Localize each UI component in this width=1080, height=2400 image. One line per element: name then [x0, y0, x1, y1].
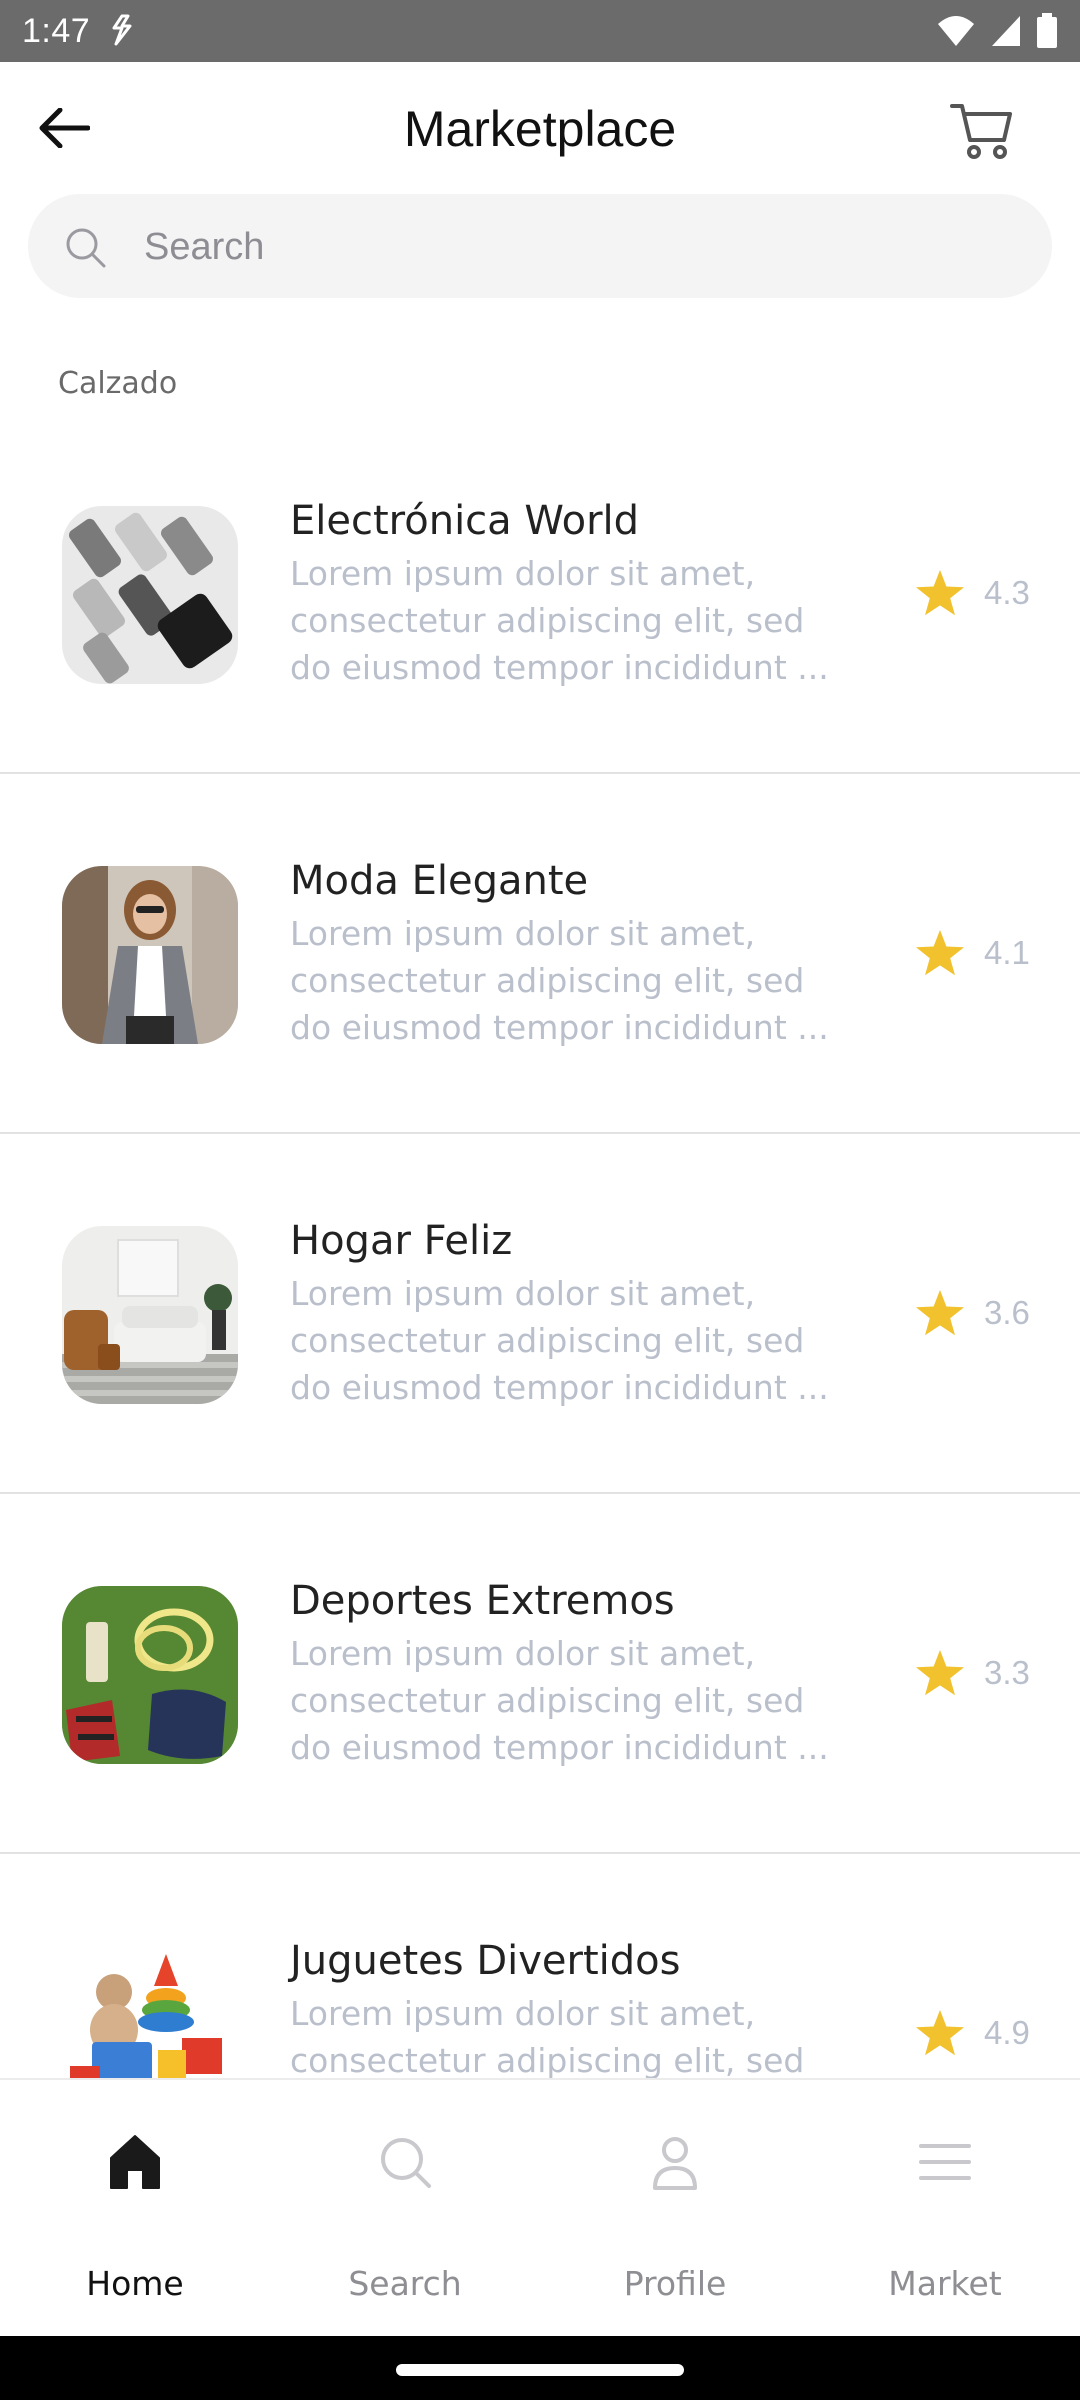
search-input[interactable]	[142, 208, 1006, 286]
rating-value: 3.6	[984, 1294, 1030, 1331]
nav-profile[interactable]: Profile	[540, 2080, 810, 2336]
store-name: Hogar Feliz	[290, 1218, 513, 1264]
store-name: Deportes Extremos	[290, 1578, 675, 1624]
battery-icon	[1037, 13, 1057, 48]
store-description: Lorem ipsum dolor sit amet, consectetur …	[290, 1274, 829, 1407]
store-list-item[interactable]: Juguetes Divertidos Lorem ipsum dolor si…	[0, 1854, 1080, 2078]
store-list-item[interactable]: Electrónica World Lorem ipsum dolor sit …	[0, 414, 1080, 774]
search-icon	[66, 228, 106, 268]
profile-icon	[653, 2137, 697, 2190]
home-gesture-handle[interactable]	[396, 2364, 684, 2376]
search-bar[interactable]	[28, 194, 1052, 298]
category-label: Calzado	[58, 366, 178, 401]
store-list-item[interactable]: Hogar Feliz Lorem ipsum dolor sit amet, …	[0, 1134, 1080, 1494]
cart-icon	[950, 104, 1012, 159]
cart-button[interactable]	[944, 92, 1020, 168]
store-rating: 4.3	[914, 568, 1030, 618]
rating-value: 4.3	[984, 574, 1030, 611]
cellular-signal-icon	[992, 16, 1020, 46]
electronics-image	[62, 506, 238, 684]
store-description: Lorem ipsum dolor sit amet, consectetur …	[290, 1994, 805, 2078]
star-icon	[916, 1650, 964, 1696]
app-header: Marketplace	[0, 62, 1080, 196]
store-description: Lorem ipsum dolor sit amet, consectetur …	[290, 554, 829, 687]
store-name: Juguetes Divertidos	[290, 1938, 681, 1984]
home-icon	[110, 2135, 160, 2189]
store-description: Lorem ipsum dolor sit amet, consectetur …	[290, 1634, 829, 1767]
store-list-item[interactable]: Deportes Extremos Lorem ipsum dolor sit …	[0, 1494, 1080, 1854]
rating-value: 4.9	[984, 2014, 1030, 2051]
nav-search[interactable]: Search	[270, 2080, 540, 2336]
status-bar: 1:47	[0, 0, 1080, 62]
wifi-icon	[938, 16, 974, 46]
store-list: Electrónica World Lorem ipsum dolor sit …	[0, 414, 1080, 2078]
star-icon	[916, 570, 964, 616]
rating-value: 4.1	[984, 934, 1030, 971]
nav-market[interactable]: Market	[810, 2080, 1080, 2336]
status-icons	[936, 13, 1058, 49]
toys-image	[62, 1946, 238, 2078]
store-name: Moda Elegante	[290, 858, 589, 904]
store-name: Electrónica World	[290, 498, 640, 544]
star-icon	[916, 1290, 964, 1336]
nav-label: Market	[888, 2264, 1002, 2303]
search-icon	[381, 2138, 431, 2188]
store-description: Lorem ipsum dolor sit amet, consectetur …	[290, 914, 829, 1047]
store-rating: 3.6	[914, 1288, 1030, 1338]
store-rating: 4.9	[914, 2008, 1030, 2058]
home-image	[62, 1226, 238, 1404]
system-navigation-bar	[0, 2336, 1080, 2400]
nav-label: Home	[86, 2264, 184, 2303]
status-time: 1:47	[22, 11, 91, 50]
nav-label: Search	[348, 2264, 462, 2303]
nav-label: Profile	[623, 2264, 727, 2303]
star-icon	[916, 930, 964, 976]
rating-value: 3.3	[984, 1654, 1030, 1691]
store-list-item[interactable]: Moda Elegante Lorem ipsum dolor sit amet…	[0, 774, 1080, 1134]
nav-home[interactable]: Home	[0, 2080, 270, 2336]
store-rating: 4.1	[914, 928, 1030, 978]
page-title: Marketplace	[403, 101, 677, 157]
accessibility-icon	[112, 14, 132, 46]
star-icon	[916, 2010, 964, 2056]
sports-image	[62, 1586, 238, 1764]
fashion-image	[62, 866, 238, 1044]
menu-icon	[919, 2144, 971, 2180]
bottom-navigation: Home Search Profile Market	[0, 2078, 1080, 2336]
store-rating: 3.3	[914, 1648, 1030, 1698]
